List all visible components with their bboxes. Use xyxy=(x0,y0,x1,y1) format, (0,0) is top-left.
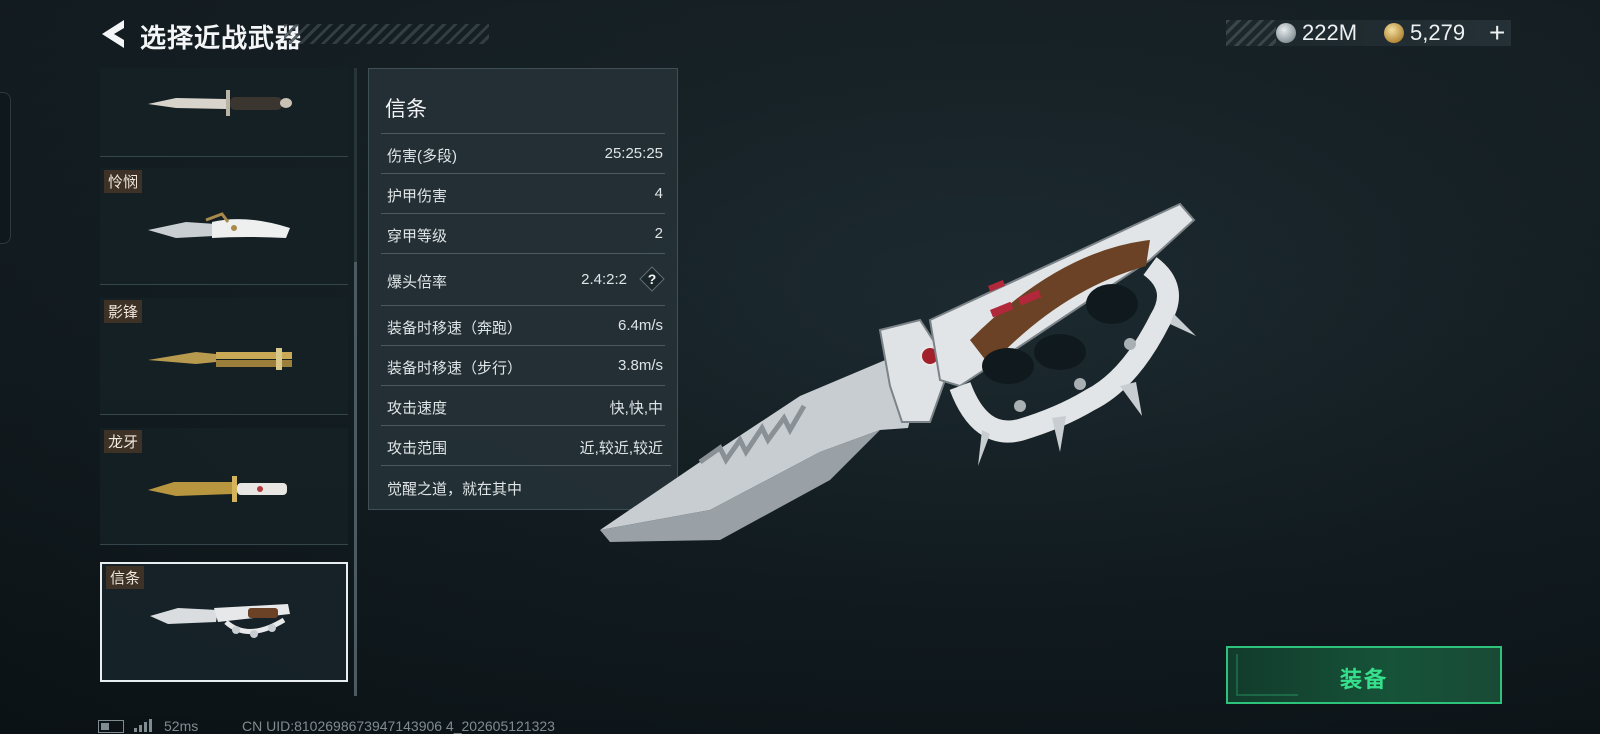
stat-label: 装备时移速（奔跑） xyxy=(387,320,523,337)
back-arrow-icon[interactable] xyxy=(98,18,128,50)
silver-coin-icon xyxy=(1276,23,1296,43)
stat-label: 穿甲等级 xyxy=(387,228,448,245)
weapon-name: 影锋 xyxy=(104,300,143,323)
weapon-card-selected[interactable]: 信条 xyxy=(100,562,348,682)
stats-title: 信条 xyxy=(385,98,427,121)
stat-label: 爆头倍率 xyxy=(387,274,448,291)
weapon-card[interactable]: 龙牙 xyxy=(100,428,348,545)
folding-knife-icon xyxy=(148,212,290,238)
stat-label: 装备时移速（步行） xyxy=(387,360,523,377)
gold-coin-icon xyxy=(1384,23,1404,43)
weapon-name: 怜悯 xyxy=(104,170,143,193)
add-currency-button[interactable]: + xyxy=(1489,17,1505,49)
page-title: 选择近战武器 xyxy=(140,23,303,53)
page-header: 选择近战武器 xyxy=(98,16,489,53)
stat-label: 护甲伤害 xyxy=(387,188,448,205)
currency-decoration xyxy=(1226,20,1276,46)
weapon-card[interactable]: 怜悯 xyxy=(100,168,348,285)
weapon-list: 怜悯 影锋 龙牙 信条 xyxy=(100,68,350,696)
ping-value: 52ms xyxy=(164,718,199,734)
status-bar: 52ms CN UID:8102698673947143906 4_202605… xyxy=(98,716,658,734)
stat-label: 攻击范围 xyxy=(387,440,448,457)
stat-label: 伤害(多段) xyxy=(387,148,457,165)
stat-row: 伤害(多段) 25:25:25 xyxy=(381,133,665,174)
user-uid: CN UID:8102698673947143906 4_20260512132… xyxy=(242,718,555,734)
equip-label: 装备 xyxy=(1339,667,1388,692)
currency-bar: 222M 5,279 + xyxy=(1226,17,1511,49)
list-scrollbar-thumb[interactable] xyxy=(354,262,357,696)
title-decoration xyxy=(284,24,489,44)
stat-label: 攻击速度 xyxy=(387,400,448,417)
stat-value: 25:25:25 xyxy=(604,145,663,162)
knuckle-knife-preview[interactable] xyxy=(590,190,1210,560)
bayonet-knife-icon xyxy=(148,90,292,116)
weapon-card[interactable]: 影锋 xyxy=(100,298,348,415)
side-drawer-handle[interactable] xyxy=(0,92,11,244)
gold-combat-knife-icon xyxy=(148,476,287,502)
weapon-card[interactable] xyxy=(100,68,348,157)
butterfly-knife-icon xyxy=(148,348,292,370)
weapon-name: 信条 xyxy=(106,566,145,589)
weapon-name: 龙牙 xyxy=(104,430,143,453)
signal-icon xyxy=(134,719,152,732)
gold-balance: 5,279 xyxy=(1410,20,1466,45)
silver-balance: 222M xyxy=(1302,20,1358,45)
knuckle-knife-icon xyxy=(150,604,290,638)
battery-icon xyxy=(98,720,124,733)
equip-button[interactable]: 装备 xyxy=(1226,646,1502,704)
